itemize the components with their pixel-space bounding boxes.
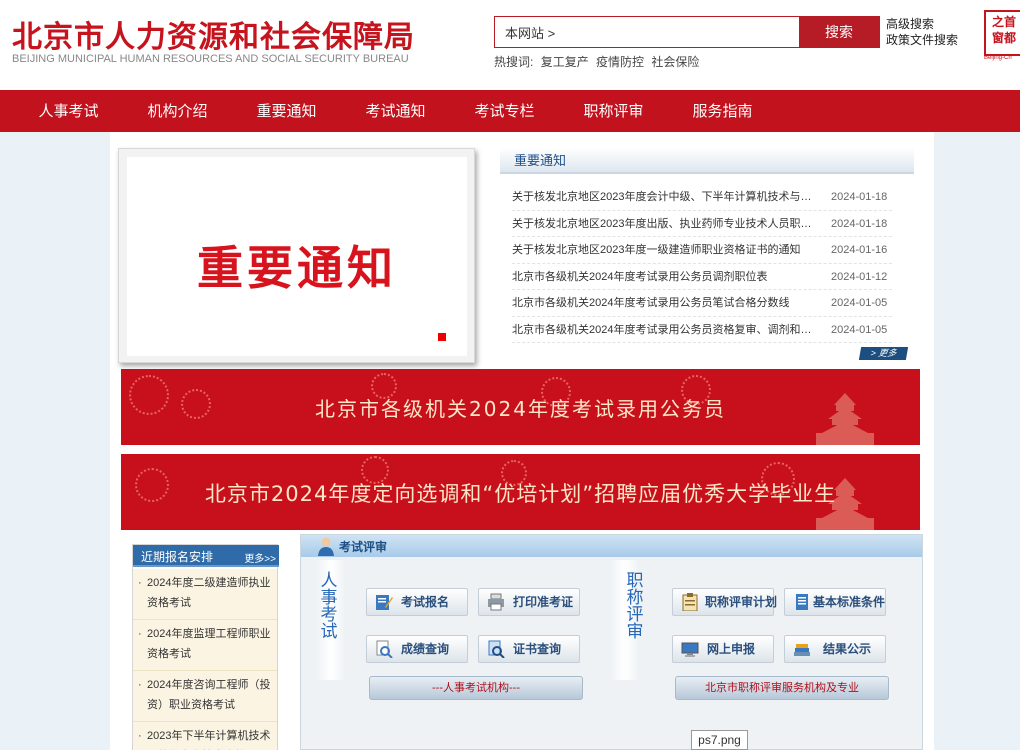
hot-word-link[interactable]: 社会保险 bbox=[651, 55, 699, 69]
recent-item[interactable]: 2024年度二级建造师执业资格考试 bbox=[133, 569, 277, 620]
button-label: 成绩查询 bbox=[401, 642, 450, 656]
feature-image-inner: 重要通知 bbox=[127, 157, 467, 356]
notice-item[interactable]: 北京市各级机关2024年度考试录用公务员笔试合格分数线 2024-01-05 bbox=[512, 290, 892, 317]
result-notice-button[interactable]: 结果公示 bbox=[784, 635, 886, 663]
site-logo-subtitle: BEIJING MUNICIPAL HUMAN RESOURCES AND SO… bbox=[12, 53, 409, 65]
nav-item-important-notice[interactable]: 重要通知 bbox=[232, 90, 341, 132]
notice-date: 2024-01-05 bbox=[831, 297, 888, 309]
notice-date: 2024-01-18 bbox=[831, 217, 888, 230]
notice-more-button[interactable]: > 更多 bbox=[858, 347, 909, 360]
notice-section-title[interactable]: 重要通知 bbox=[514, 150, 566, 169]
button-label: 证书查询 bbox=[513, 642, 562, 656]
feature-image[interactable]: 重要通知 bbox=[118, 148, 475, 363]
search-box: 搜索 bbox=[494, 16, 880, 48]
search-button[interactable]: 搜索 bbox=[799, 17, 879, 47]
hot-word-link[interactable]: 疫情防控 bbox=[596, 55, 644, 69]
seal-subtitle: Beijing-Ch bbox=[984, 55, 1012, 61]
computer-icon bbox=[681, 642, 699, 657]
nav-item-exam-notice[interactable]: 考试通知 bbox=[341, 90, 450, 132]
notice-item[interactable]: 关于核发北京地区2023年度出版、执业药师专业技术人员职业资... 2024-01… bbox=[512, 211, 892, 237]
policy-search-link[interactable]: 政策文件搜索 bbox=[886, 32, 958, 48]
notice-date: 2024-01-16 bbox=[831, 244, 888, 256]
hot-search: 热搜词: 复工复产 疫情防控 社会保险 bbox=[494, 53, 703, 70]
basic-criteria-button[interactable]: 基本标准条件 bbox=[784, 588, 886, 616]
score-query-button[interactable]: 成绩查询 bbox=[366, 635, 468, 663]
site-logo-title[interactable]: 北京市人力资源和社会保障局 bbox=[12, 12, 415, 56]
button-label: 网上申报 bbox=[707, 642, 756, 656]
recent-title[interactable]: 近期报名安排 bbox=[141, 548, 213, 565]
nav-item-title-review[interactable]: 职称评审 bbox=[559, 90, 668, 132]
recent-more-link[interactable]: 更多>> bbox=[244, 550, 276, 565]
print-ticket-button[interactable]: 打印准考证 bbox=[478, 588, 580, 616]
notice-item[interactable]: 关于核发北京地区2023年度会计中级、下半年计算机技术与软件... 2024-01… bbox=[512, 184, 892, 211]
online-report-button[interactable]: 网上申报 bbox=[672, 635, 774, 663]
selection-banner[interactable]: 北京市2024年度定向选调和“优培计划”招聘应届优秀大学毕业生 bbox=[121, 454, 920, 530]
hot-search-label: 热搜词: bbox=[494, 55, 534, 69]
certificate-search-icon bbox=[488, 640, 505, 658]
advanced-search-link[interactable]: 高级搜索 bbox=[886, 16, 958, 32]
banner-text: 北京市2024年度定向选调和“优培计划”招聘应届优秀大学毕业生 bbox=[204, 482, 837, 506]
button-label: 打印准考证 bbox=[513, 595, 574, 609]
cert-query-button[interactable]: 证书查询 bbox=[478, 635, 580, 663]
exam-register-button[interactable]: 考试报名 bbox=[366, 588, 468, 616]
hot-word-link[interactable]: 复工复产 bbox=[541, 55, 589, 69]
recent-item[interactable]: 2024年度监理工程师职业资格考试 bbox=[133, 620, 277, 671]
notice-text[interactable]: 关于核发北京地区2023年度会计中级、下半年计算机技术与软件... bbox=[512, 184, 822, 210]
title-review-vertical-label: 职称评审 bbox=[626, 571, 644, 642]
nav-item-about[interactable]: 机构介绍 bbox=[123, 90, 232, 132]
capital-window-seal[interactable]: 之首 窗都 bbox=[984, 10, 1020, 56]
title-plan-button[interactable]: 职称评审计划 bbox=[672, 588, 778, 616]
recent-item[interactable]: 2024年度咨询工程师（投资）职业资格考试 bbox=[133, 671, 277, 722]
recent-list: 2024年度二级建造师执业资格考试 2024年度监理工程师职业资格考试 2024… bbox=[133, 569, 277, 750]
nav-item-exam-column[interactable]: 考试专栏 bbox=[450, 90, 559, 132]
notice-header: 重要通知 bbox=[500, 148, 914, 174]
recent-item[interactable]: 2023年下半年计算机技术与软件专业技术资格（ bbox=[133, 722, 277, 750]
notice-date: 2024-01-18 bbox=[831, 191, 888, 203]
personnel-exam-org-link[interactable]: ---人事考试机构--- bbox=[369, 676, 583, 700]
main-nav: 人事考试 机构介绍 重要通知 考试通知 考试专栏 职称评审 服务指南 bbox=[0, 90, 1020, 132]
feature-title: 重要通知 bbox=[197, 241, 397, 295]
notice-item[interactable]: 关于核发北京地区2023年度一级建造师职业资格证书的通知 2024-01-16 bbox=[512, 237, 892, 264]
recent-header: 近期报名安排 更多>> bbox=[133, 545, 279, 567]
button-label: 结果公示 bbox=[823, 642, 872, 656]
button-label: 基本标准条件 bbox=[813, 595, 886, 609]
notice-text[interactable]: 关于核发北京地区2023年度一级建造师职业资格证书的通知 bbox=[512, 237, 822, 263]
slide-indicator[interactable] bbox=[438, 333, 446, 341]
notice-item[interactable]: 北京市各级机关2024年度考试录用公务员资格复审、调剂和面试... 2024-01… bbox=[512, 317, 892, 343]
printer-icon bbox=[488, 593, 504, 611]
button-label: 职称评审计划 bbox=[705, 595, 778, 609]
image-tooltip: ps7.png bbox=[691, 730, 748, 750]
notice-list: 关于核发北京地区2023年度会计中级、下半年计算机技术与软件... 2024-01… bbox=[512, 184, 892, 343]
form-pen-icon bbox=[376, 595, 393, 610]
person-icon bbox=[318, 537, 334, 556]
document-icon bbox=[796, 594, 808, 610]
notice-date: 2024-01-12 bbox=[831, 270, 888, 283]
nav-item-personnel-exam[interactable]: 人事考试 bbox=[14, 90, 123, 132]
title-review-org-link[interactable]: 北京市职称评审服务机构及专业 bbox=[675, 676, 889, 700]
exam-panel-header: 考试评审 bbox=[301, 535, 922, 557]
search-input[interactable] bbox=[495, 17, 799, 47]
civil-service-banner[interactable]: 北京市各级机关2024年度考试录用公务员 bbox=[121, 369, 920, 445]
notice-text[interactable]: 北京市各级机关2024年度考试录用公务员笔试合格分数线 bbox=[512, 290, 822, 316]
notice-text[interactable]: 北京市各级机关2024年度考试录用公务员资格复审、调剂和面试... bbox=[512, 317, 822, 343]
exam-panel-title: 考试评审 bbox=[339, 540, 388, 554]
notice-date: 2024-01-05 bbox=[831, 323, 888, 336]
books-icon bbox=[794, 644, 810, 656]
search-links: 高级搜索 政策文件搜索 bbox=[886, 16, 958, 48]
banner-text: 北京市各级机关2024年度考试录用公务员 bbox=[315, 397, 726, 421]
personnel-exam-vertical-label: 人事考试 bbox=[320, 571, 338, 642]
notice-item[interactable]: 北京市各级机关2024年度考试录用公务员调剂职位表 2024-01-12 bbox=[512, 264, 892, 290]
search-document-icon bbox=[376, 640, 393, 658]
notice-text[interactable]: 关于核发北京地区2023年度出版、执业药师专业技术人员职业资... bbox=[512, 211, 822, 237]
button-label: 考试报名 bbox=[401, 595, 450, 609]
nav-item-service-guide[interactable]: 服务指南 bbox=[668, 90, 777, 132]
recent-registration-box: 近期报名安排 更多>> 2024年度二级建造师执业资格考试 2024年度监理工程… bbox=[132, 544, 279, 750]
notice-text[interactable]: 北京市各级机关2024年度考试录用公务员调剂职位表 bbox=[512, 264, 822, 290]
clipboard-icon bbox=[682, 593, 698, 611]
